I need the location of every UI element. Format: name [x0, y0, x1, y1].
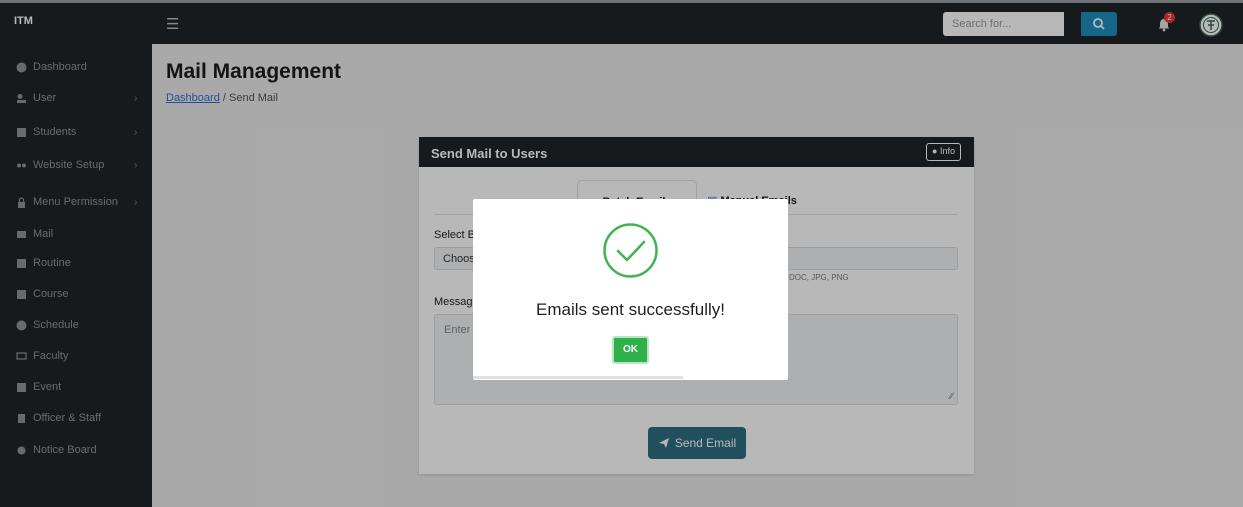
ok-button[interactable]: OK: [612, 336, 649, 364]
timer-progress-bar: [473, 376, 683, 379]
success-message: Emails sent successfully!: [536, 300, 725, 319]
success-dialog: Emails sent successfully! OK: [473, 199, 788, 380]
success-check-icon: [603, 223, 658, 278]
